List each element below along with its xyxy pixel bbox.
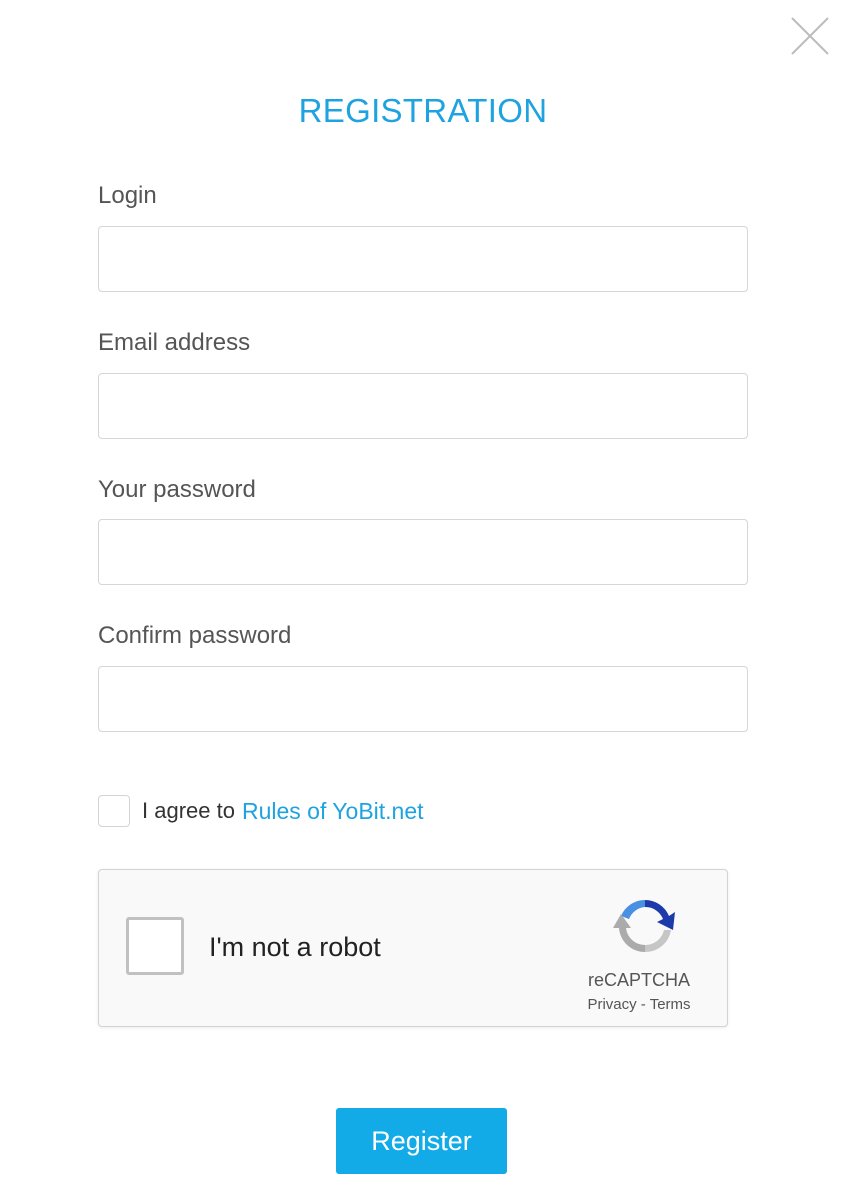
login-label: Login [98,182,157,209]
recaptcha-brand: reCAPTCHA [587,970,690,990]
dialog-title: REGISTRATION [298,92,548,129]
recaptcha-privacy-link[interactable]: Privacy [587,996,636,1013]
confirm-password-label: Confirm password [98,622,292,649]
close-button[interactable] [790,16,830,56]
register-button[interactable]: Register [336,1108,507,1174]
email-input[interactable] [98,373,748,439]
recaptcha-widget: I'm not a robot reCAPTCHA Privacy - Term… [98,869,728,1027]
recaptcha-links: Privacy - Terms [559,996,719,1013]
recaptcha-label: I'm not a robot [209,932,381,962]
recaptcha-checkbox[interactable] [126,917,184,975]
agree-checkbox[interactable] [98,795,130,827]
agreement-row: I agree to Rules of YoBit.net [98,795,424,827]
password-input[interactable] [98,519,748,585]
login-input[interactable] [98,226,748,292]
email-label: Email address [98,329,251,356]
recaptcha-links-separator: - [636,996,650,1013]
recaptcha-terms-link[interactable]: Terms [650,996,691,1013]
recaptcha-logo-icon [613,900,675,953]
password-label: Your password [98,476,256,503]
rules-link[interactable]: Rules of YoBit.net [242,798,424,825]
close-icon [791,17,829,55]
agree-text: I agree to [142,798,235,823]
confirm-password-input[interactable] [98,666,748,732]
